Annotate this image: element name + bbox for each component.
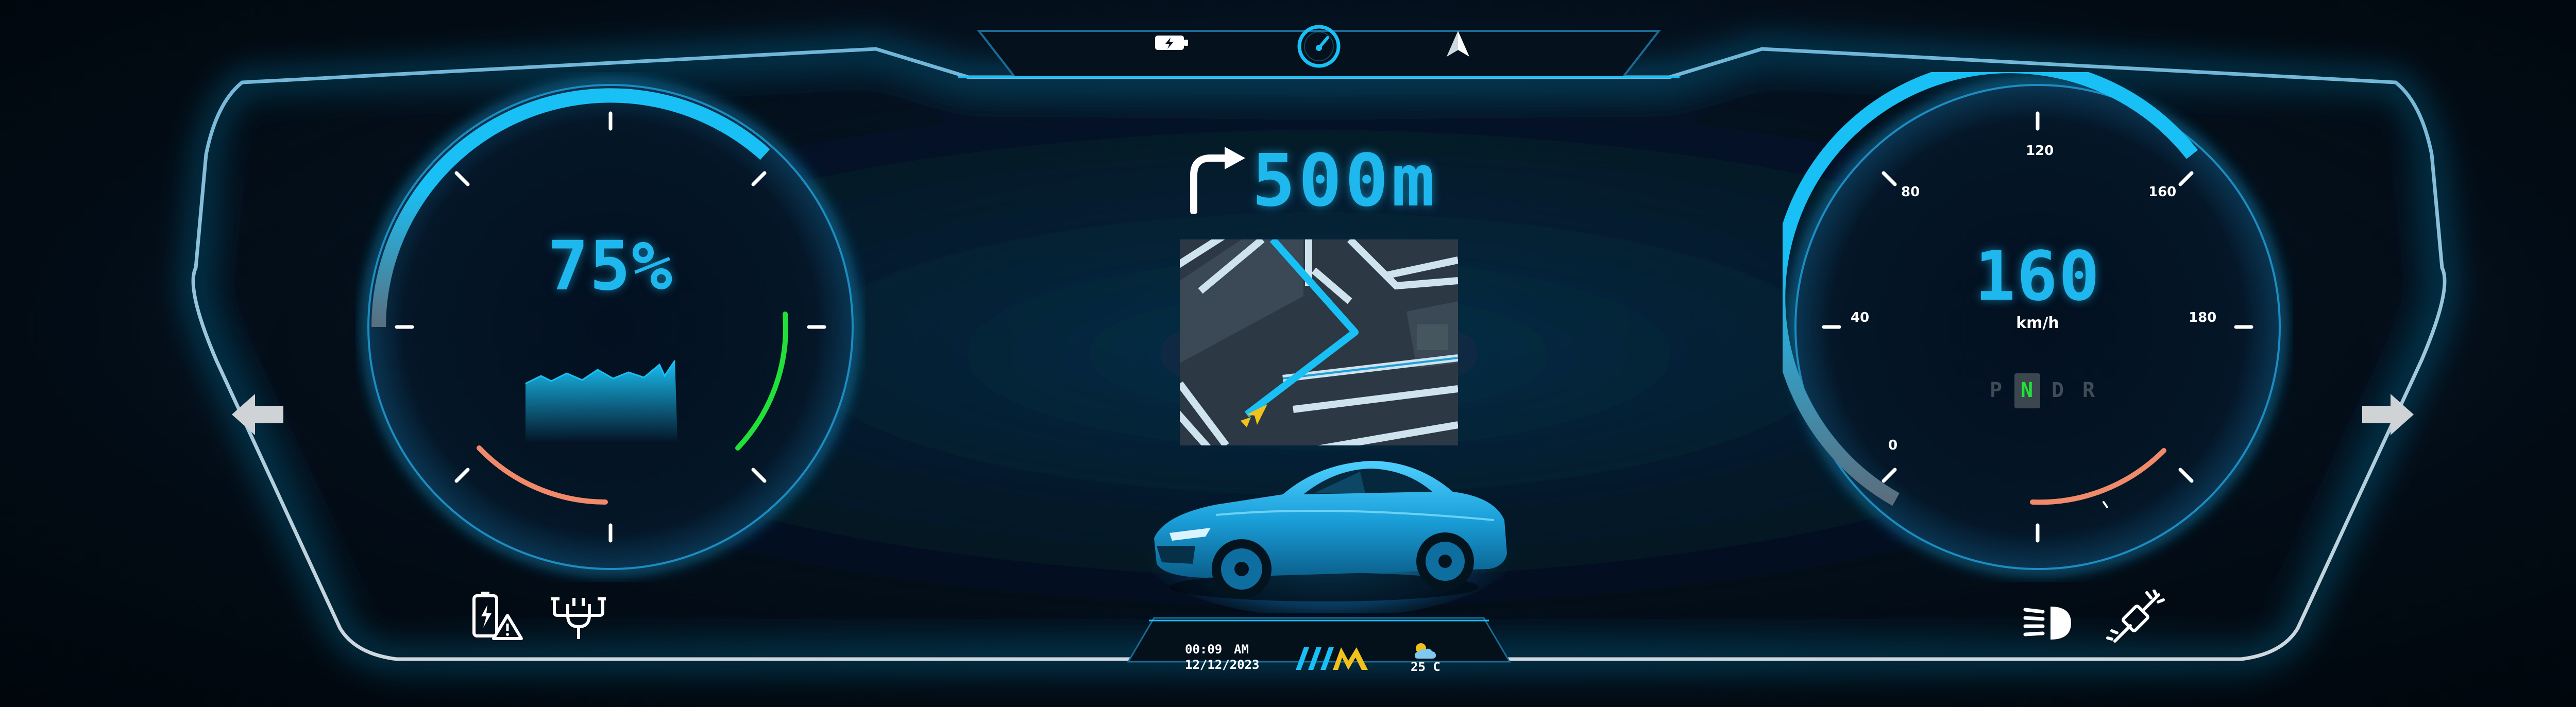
speed-unit: km/h (2016, 314, 2059, 332)
seatbelt-warning-icon (2106, 590, 2165, 643)
speed-gauge: 0 40 80 120 160 180 160 km/h P N D R (1783, 72, 2293, 582)
weather-sun-cloud-icon (1415, 643, 1436, 659)
charging-plug-icon (551, 597, 606, 639)
headlight-icon (2023, 607, 2071, 640)
gear-selector: P N D R (1986, 373, 2105, 409)
speed-scale-40: 40 (1851, 310, 1870, 325)
gear-r: R (2082, 378, 2096, 402)
speed-scale-160: 160 (2148, 184, 2177, 200)
temperature-label: 25 C (1411, 660, 1440, 674)
battery-charging-icon[interactable] (1154, 32, 1190, 53)
gear-d: D (2051, 378, 2065, 402)
speed-scale-0: 0 (1888, 438, 1898, 453)
turn-distance-label: 500m (1252, 139, 1438, 223)
battery-gauge-dial (363, 80, 858, 574)
gear-n: N (2020, 378, 2035, 402)
brand-logo-icon (1296, 647, 1368, 670)
navigation-map[interactable] (1180, 239, 1458, 445)
map-streets (1180, 239, 1458, 445)
right-turn-signal-icon (2362, 394, 2414, 435)
battery-warning-icon (472, 592, 523, 640)
navigation-arrow-icon[interactable] (1443, 28, 1473, 59)
turn-right-arrow-icon (1190, 147, 1245, 214)
clock-time: 00:09 (1185, 642, 1223, 657)
speed-scale-80: 80 (1901, 184, 1920, 200)
speed-value: 160 (1974, 237, 2101, 316)
car-image (1139, 461, 1520, 613)
speedometer-icon[interactable] (1296, 23, 1342, 70)
speed-scale-120: 120 (2026, 143, 2054, 159)
battery-gauge: 75% (355, 72, 866, 582)
bottom-bar: 00:09 AM 12/12/2023 25 C (1164, 641, 1484, 677)
gear-p: P (1989, 378, 2004, 402)
left-turn-signal-icon (232, 394, 283, 435)
dashboard-screen: 75% 500m 00:09 AM 12/12/2023 25 C 0 40 8… (0, 0, 2576, 707)
current-date: 12/12/2023 (1185, 658, 1260, 672)
top-bar (1139, 23, 1499, 68)
speed-scale-180: 180 (2189, 310, 2217, 325)
battery-percent-label: 75% (547, 227, 674, 306)
clock-ampm: AM (1234, 642, 1249, 657)
